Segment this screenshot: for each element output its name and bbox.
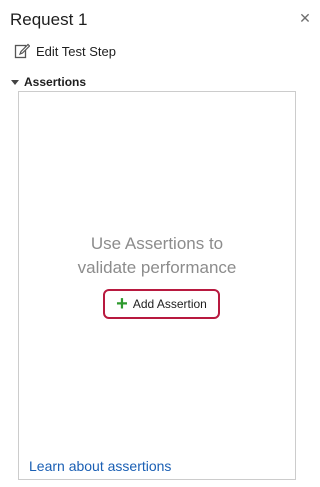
assertions-section-label: Assertions <box>24 75 87 89</box>
close-icon: ✕ <box>299 9 311 26</box>
empty-state-message: Use Assertions to validate performance <box>19 232 295 280</box>
empty-state-line-2: validate performance <box>77 258 237 277</box>
collapse-triangle-icon <box>11 80 19 85</box>
edit-document-icon <box>14 43 30 59</box>
panel-title: Request 1 <box>10 10 88 29</box>
plus-icon: + <box>116 293 128 315</box>
empty-state-line-1: Use Assertions to <box>90 234 224 253</box>
assertions-section-header[interactable]: Assertions <box>11 74 86 90</box>
assertions-container: Use Assertions to validate performance +… <box>18 91 296 480</box>
edit-test-step-button[interactable]: Edit Test Step <box>14 42 116 60</box>
edit-test-step-label: Edit Test Step <box>36 43 116 59</box>
add-assertion-button[interactable]: + Add Assertion <box>103 289 220 319</box>
request-panel: Request 1 ✕ Edit Test Step Assertions Us… <box>0 0 316 487</box>
learn-about-assertions-link[interactable]: Learn about assertions <box>29 458 171 474</box>
add-assertion-label: Add Assertion <box>132 297 207 311</box>
close-button[interactable]: ✕ <box>297 10 313 26</box>
